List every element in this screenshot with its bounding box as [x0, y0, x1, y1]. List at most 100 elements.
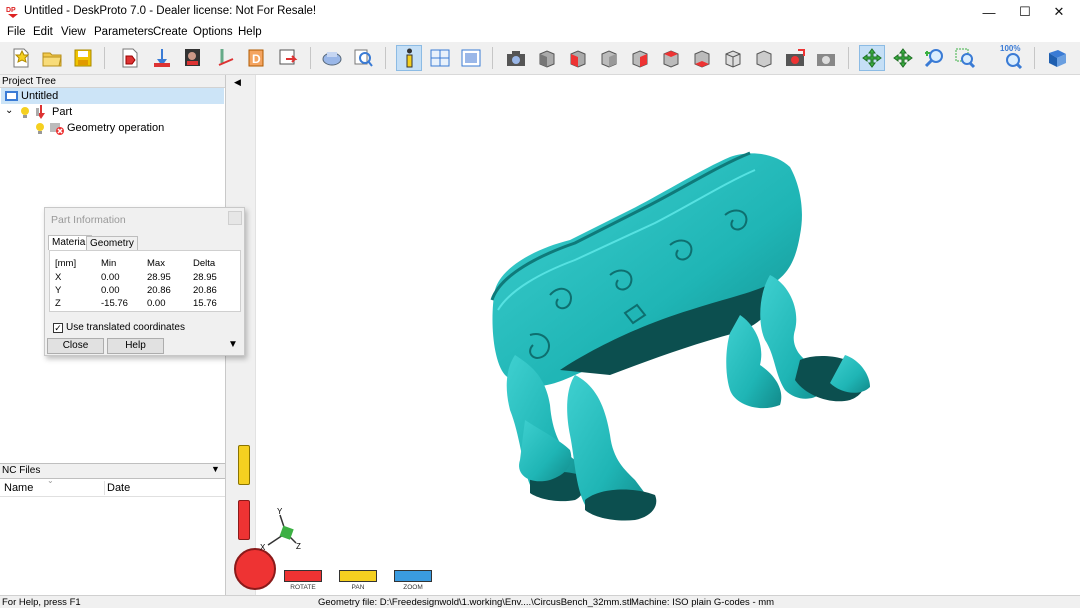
view-iso-icon[interactable]	[720, 45, 746, 71]
zoom-window-icon[interactable]	[952, 45, 978, 71]
menu-help[interactable]: Help	[238, 26, 262, 38]
help-book-icon[interactable]	[1044, 45, 1070, 71]
row-x-max: 28.95	[147, 272, 171, 283]
dialog-close-icon[interactable]	[228, 211, 242, 225]
menu-bar: File Edit View Parameters Create Options…	[0, 24, 1080, 42]
screenshot-icon[interactable]	[782, 45, 808, 71]
nc-files-header: NC Files ▼	[0, 463, 225, 479]
row-y-max: 20.86	[147, 285, 171, 296]
part-icon	[36, 105, 45, 119]
tree-label-geometry-operation: Geometry operation	[67, 122, 165, 134]
import-geometry-icon[interactable]	[117, 45, 143, 71]
view-bottom-icon[interactable]	[689, 45, 715, 71]
table-header-max: Max	[147, 258, 165, 269]
svg-text:D: D	[252, 52, 261, 66]
new-file-icon[interactable]	[8, 45, 34, 71]
translated-coordinates-label: Use translated coordinates	[66, 322, 185, 333]
view-frame-icon[interactable]	[458, 45, 484, 71]
vector-icon[interactable]	[212, 45, 238, 71]
menu-edit[interactable]: Edit	[33, 26, 53, 38]
tree-item-part[interactable]: ⌄ Part	[1, 104, 224, 120]
table-header-min: Min	[101, 258, 117, 269]
bitmap-icon[interactable]	[180, 45, 206, 71]
place-part-icon[interactable]	[149, 45, 175, 71]
view-back-icon[interactable]	[658, 45, 684, 71]
info-icon[interactable]	[396, 45, 422, 71]
view-top-icon[interactable]	[565, 45, 591, 71]
zoom-slider[interactable]	[238, 500, 250, 540]
zoom-level-label: 100%	[1000, 44, 1021, 53]
menu-file[interactable]: File	[7, 26, 26, 38]
project-icon	[5, 91, 18, 101]
dimensions-table: [mm] Min Max Delta X 0.00 28.95 28.95 Y …	[49, 250, 241, 312]
bench-model-render[interactable]	[230, 75, 1080, 595]
svg-text:DP: DP	[6, 7, 16, 14]
row-z-min: -15.76	[101, 298, 128, 309]
export-icon[interactable]	[274, 45, 300, 71]
row-z-delta: 15.76	[193, 298, 217, 309]
pan-icon[interactable]	[890, 45, 916, 71]
nc-files-list[interactable]	[0, 497, 225, 595]
window-title: Untitled - DeskProto 7.0 - Dealer licens…	[24, 5, 317, 17]
table-header-unit: [mm]	[55, 258, 77, 269]
rotate-icon[interactable]	[859, 45, 885, 71]
rotate-wheel[interactable]	[234, 548, 276, 590]
close-dialog-button[interactable]: Close	[47, 338, 104, 354]
lightbulb-icon[interactable]	[20, 106, 30, 118]
render-icon[interactable]	[813, 45, 839, 71]
nc-files-title: NC Files	[2, 465, 41, 476]
view-right-icon[interactable]	[627, 45, 653, 71]
tree-item-geometry-operation[interactable]: Geometry operation	[1, 120, 224, 136]
row-y-axis: Y	[55, 285, 62, 296]
menu-create[interactable]: Create	[153, 26, 188, 38]
collapse-arrow-icon[interactable]: ◀	[234, 77, 241, 88]
view-front-icon[interactable]	[534, 45, 560, 71]
zoom-label: ZOOM	[403, 584, 423, 591]
tree-item-untitled[interactable]: Untitled	[1, 88, 224, 104]
nc-files-dropdown-icon[interactable]: ▼	[211, 464, 220, 474]
tab-geometry[interactable]: Geometry	[86, 236, 138, 250]
drill-icon[interactable]: D	[243, 45, 269, 71]
row-z-max: 0.00	[147, 298, 166, 309]
nc-files-column-header: Name ⌄ Date	[0, 476, 225, 497]
help-dialog-button[interactable]: Help	[107, 338, 164, 354]
axis-triad: Y X Z	[260, 507, 301, 551]
project-tree-header: Project Tree	[0, 75, 225, 88]
column-divider[interactable]	[104, 481, 105, 495]
column-date[interactable]: Date	[107, 482, 130, 494]
part-information-dialog: Part Information Material Geometry [mm] …	[44, 207, 245, 356]
axis-z-label: Z	[296, 542, 301, 551]
open-folder-icon[interactable]	[39, 45, 65, 71]
rotate-control[interactable]	[284, 570, 322, 582]
view-left-icon[interactable]	[596, 45, 622, 71]
sort-indicator-icon: ⌄	[47, 476, 54, 485]
operation-error-icon	[50, 123, 64, 135]
preview-icon[interactable]	[350, 45, 376, 71]
translated-coordinates-checkbox[interactable]: ✓	[53, 323, 63, 333]
menu-parameters[interactable]: Parameters	[94, 26, 153, 38]
status-machine: Machine: ISO plain G-codes - mm	[631, 597, 775, 608]
save-icon[interactable]	[70, 45, 96, 71]
pan-slider[interactable]	[238, 445, 250, 485]
pan-control[interactable]	[339, 570, 377, 582]
close-button[interactable]: ✕	[1036, 0, 1080, 24]
menu-view[interactable]: View	[61, 26, 86, 38]
lightbulb-icon[interactable]	[35, 122, 45, 134]
row-y-delta: 20.86	[193, 285, 217, 296]
chevron-down-icon[interactable]: ⌄	[5, 103, 13, 119]
3d-viewport[interactable]	[230, 75, 1080, 595]
zoom-in-icon[interactable]	[921, 45, 947, 71]
pan-label: PAN	[351, 584, 365, 591]
menu-options[interactable]: Options	[193, 26, 233, 38]
row-x-delta: 28.95	[193, 272, 217, 283]
layout-icon[interactable]	[427, 45, 453, 71]
expand-dialog-icon[interactable]: ▼	[228, 339, 238, 350]
column-name[interactable]: Name	[4, 482, 33, 494]
view-iso2-icon[interactable]	[751, 45, 777, 71]
status-geometry-file: Geometry file: D:\Freedesignwold\1.worki…	[318, 597, 632, 608]
tree-label-part: Part	[52, 106, 73, 118]
title-bar: DP Untitled - DeskProto 7.0 - Dealer lic…	[0, 0, 1080, 24]
machine-icon[interactable]	[319, 45, 345, 71]
camera-icon[interactable]	[503, 45, 529, 71]
zoom-control[interactable]	[394, 570, 432, 582]
